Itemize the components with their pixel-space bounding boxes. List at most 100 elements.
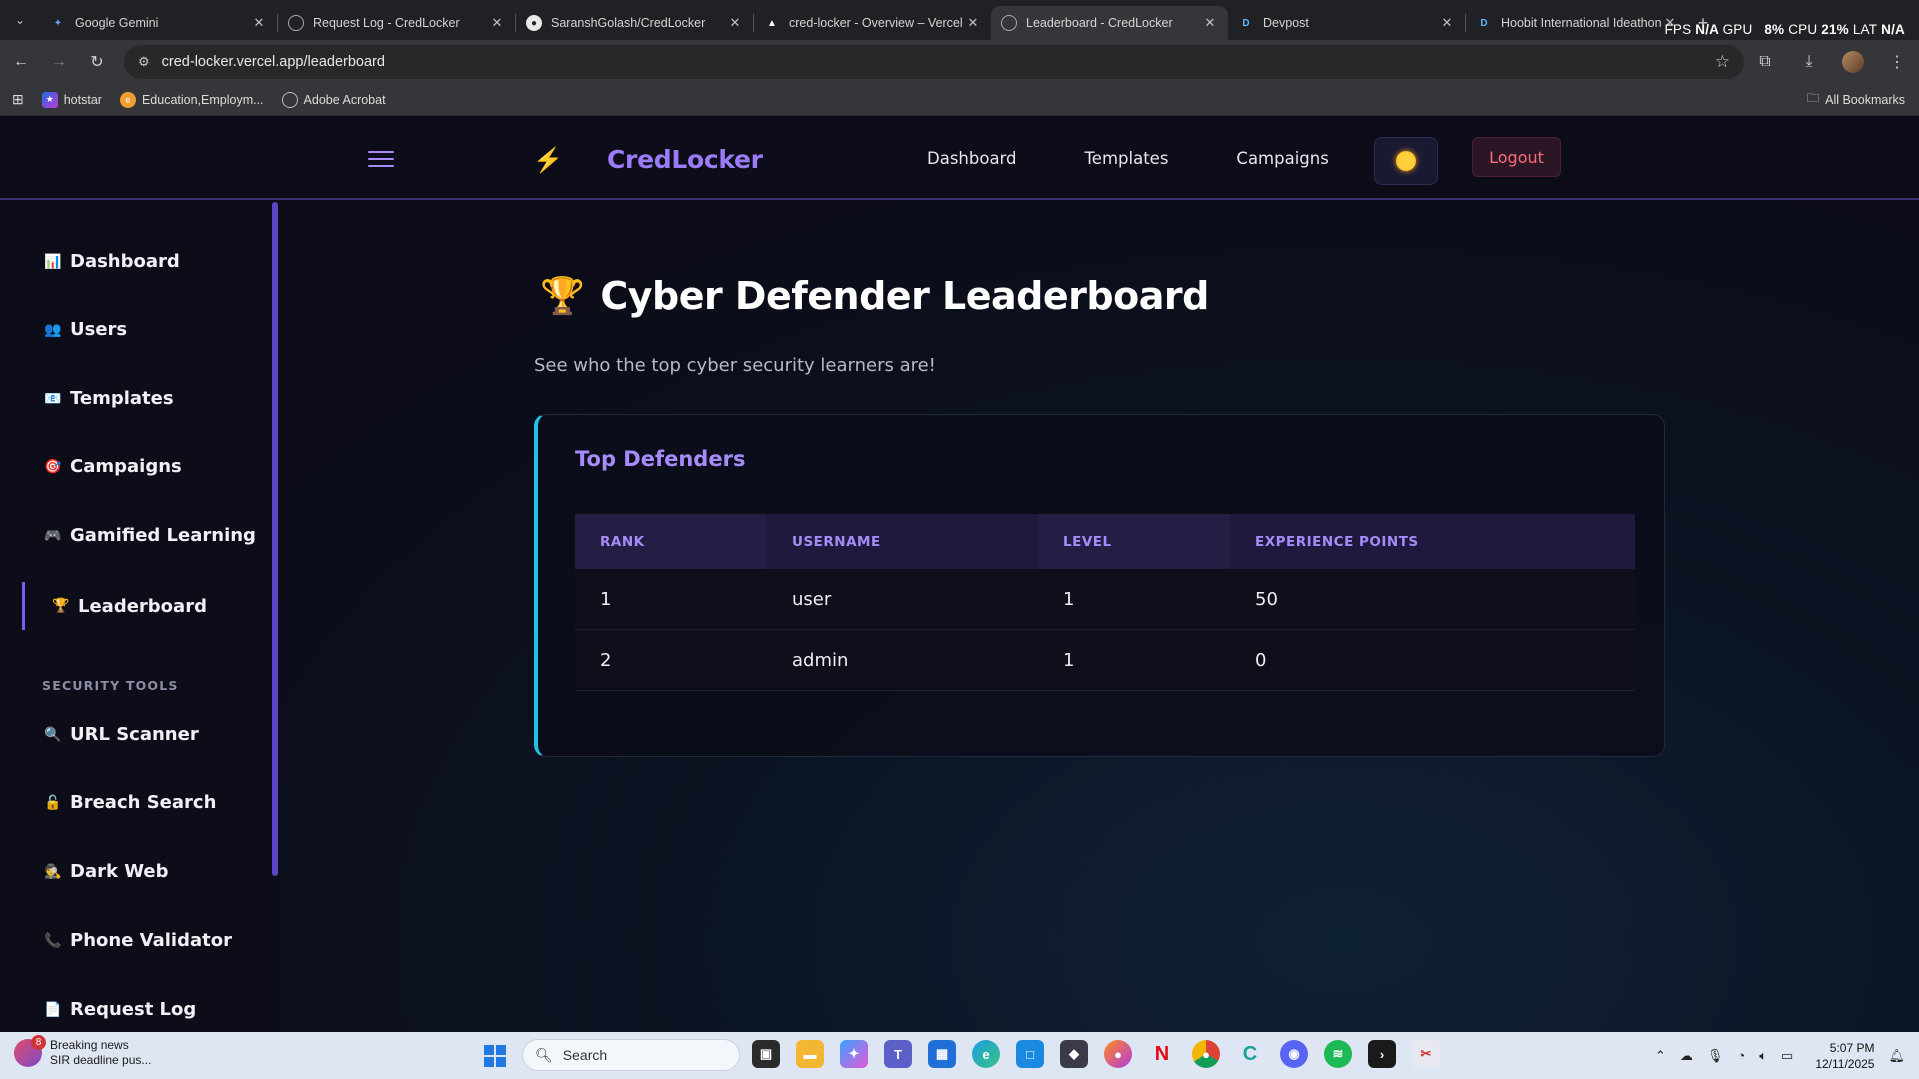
task-view-icon[interactable]: ▣ (752, 1040, 780, 1068)
bookmark-hotstar[interactable]: ★ hotstar (41, 91, 102, 108)
edge-icon[interactable]: e (972, 1040, 1000, 1068)
logout-button[interactable]: Logout (1472, 137, 1561, 177)
cell-username: admin (792, 650, 849, 671)
topnav-templates[interactable]: Templates (1085, 149, 1169, 168)
extensions-icon[interactable]: ⧉ (1743, 40, 1787, 84)
bookmark-label: Adobe Acrobat (303, 92, 386, 107)
sidebar-item-label: Users (70, 319, 128, 340)
site-settings-icon[interactable]: ⚙ (138, 54, 150, 70)
sidebar-item-label: Breach Search (70, 792, 217, 813)
bookmarks-bar: ⊞ ★ hotstar e Education,Employm... Adobe… (0, 84, 1919, 116)
file-explorer-icon[interactable]: ▬ (796, 1040, 824, 1068)
theme-toggle-button[interactable] (1374, 137, 1438, 185)
bookmark-star-icon[interactable]: ☆ (1715, 52, 1730, 72)
page-title: 🏆 Cyber Defender Leaderboard (540, 274, 1209, 318)
snipping-tool-icon[interactable]: ✂ (1412, 1040, 1440, 1068)
download-icon[interactable]: ⤓ (1787, 40, 1831, 84)
tab-devpost[interactable]: D Devpost ✕ (1228, 6, 1465, 40)
tab-search-button[interactable]: ⌄ (0, 0, 40, 40)
close-icon[interactable]: ✕ (1439, 15, 1455, 31)
sidebar-item-users[interactable]: 👥 Users (44, 319, 127, 340)
store-icon[interactable]: ▦ (928, 1040, 956, 1068)
chrome-icon[interactable]: ● (1192, 1040, 1220, 1068)
app-blue-square-icon[interactable]: □ (1016, 1040, 1044, 1068)
netflix-icon[interactable]: N (1148, 1040, 1176, 1068)
app-viewport: ⚡ CredLocker Dashboard Templates Campaig… (0, 116, 1919, 1032)
url-text[interactable]: cred-locker.vercel.app/leaderboard (162, 54, 385, 70)
sidebar-item-campaigns[interactable]: 🎯 Campaigns (44, 456, 181, 477)
close-icon[interactable]: ✕ (1202, 15, 1218, 31)
all-bookmarks[interactable]: 🗀 All Bookmarks (1807, 89, 1905, 110)
chevron-up-icon[interactable]: ⌃ (1655, 1048, 1666, 1064)
clock[interactable]: 5:07 PM 12/11/2025 (1815, 1040, 1874, 1072)
firefox-icon[interactable]: ● (1104, 1040, 1132, 1068)
tab-github[interactable]: ● SaranshGolash/CredLocker ✕ (516, 6, 753, 40)
sun-icon (1396, 151, 1416, 171)
sidebar-section-security-tools: SECURITY TOOLS (42, 678, 179, 693)
tab-hoobit[interactable]: D Hoobit International Ideathon: ✕ (1466, 6, 1688, 40)
tab-leaderboard[interactable]: Leaderboard - CredLocker ✕ (991, 6, 1228, 40)
sidebar-item-leaderboard[interactable]: 🏆 Leaderboard (22, 582, 207, 630)
brand-logo[interactable]: CredLocker (607, 145, 763, 174)
topnav-dashboard[interactable]: Dashboard (927, 149, 1017, 168)
cell-level: 1 (1063, 589, 1075, 610)
close-icon[interactable]: ✕ (965, 15, 981, 31)
sidebar-item-request-log[interactable]: 📄 Request Log (44, 999, 196, 1020)
teams-icon[interactable]: T (884, 1040, 912, 1068)
discord-icon[interactable]: ◉ (1280, 1040, 1308, 1068)
close-icon[interactable]: ✕ (727, 15, 743, 31)
tab-request-log[interactable]: Request Log - CredLocker ✕ (278, 6, 515, 40)
page-title-text: Cyber Defender Leaderboard (600, 274, 1209, 318)
profile-avatar[interactable] (1831, 40, 1875, 84)
close-icon[interactable]: ✕ (489, 15, 505, 31)
bookmark-acrobat[interactable]: Adobe Acrobat (281, 91, 386, 108)
copilot-icon[interactable]: ✦ (840, 1040, 868, 1068)
volume-icon[interactable]: 🔈︎ (1759, 1048, 1767, 1064)
app-cube-icon[interactable]: ◆ (1060, 1040, 1088, 1068)
performance-overlay: FPS N/A GPU 8% CPU 21% LAT N/A (1664, 22, 1905, 37)
github-icon: ● (526, 15, 542, 31)
topnav-campaigns[interactable]: Campaigns (1236, 149, 1328, 168)
close-icon[interactable]: ✕ (251, 15, 267, 31)
forward-icon[interactable]: → (42, 45, 76, 79)
leaderboard-card: Top Defenders RANK USERNAME LEVEL EXPERI… (534, 414, 1665, 757)
sidebar-scrollbar[interactable] (272, 202, 278, 876)
tab-title: Hoobit International Ideathon: (1501, 16, 1662, 30)
sidebar: 📊 Dashboard 👥 Users 📧 Templates 🎯 Campai… (0, 202, 280, 1032)
bookmark-label: Education,Employm... (141, 92, 264, 107)
terminal-icon[interactable]: › (1368, 1040, 1396, 1068)
notification-badge: 8 (31, 1035, 46, 1050)
app-teal-icon[interactable]: C (1236, 1040, 1264, 1068)
reload-icon[interactable]: ↻ (80, 45, 114, 79)
sidebar-item-url-scanner[interactable]: 🔍 URL Scanner (44, 724, 198, 745)
sidebar-item-label: Leaderboard (78, 595, 207, 617)
sidebar-item-templates[interactable]: 📧 Templates (44, 388, 173, 409)
hamburger-menu-icon[interactable] (368, 151, 394, 167)
notifications-icon[interactable]: 🔔︎ (1888, 1048, 1905, 1064)
sidebar-item-breach-search[interactable]: 🔓 Breach Search (44, 792, 216, 813)
education-icon: e (119, 91, 136, 108)
sidebar-item-phone-validator[interactable]: 📞 Phone Validator (44, 930, 232, 951)
windows-start-icon[interactable] (484, 1045, 506, 1067)
news-widget[interactable]: 8 Breaking news SIR deadline pus... (14, 1035, 151, 1068)
wifi-icon[interactable]: ◔ (1737, 1048, 1745, 1063)
tab-title: cred-locker - Overview – Vercel (789, 16, 963, 30)
apps-grid-icon[interactable]: ⊞ (12, 91, 24, 108)
sidebar-item-dashboard[interactable]: 📊 Dashboard (44, 251, 180, 272)
sidebar-item-dark-web[interactable]: 🕵 Dark Web (44, 861, 168, 882)
taskbar-search[interactable]: 🔍︎ Search (522, 1039, 740, 1071)
onedrive-icon[interactable]: ☁ (1680, 1048, 1693, 1064)
omnibox[interactable]: ⚙ cred-locker.vercel.app/leaderboard ☆ (124, 45, 1744, 79)
tab-google-gemini[interactable]: ✦ Google Gemini ✕ (40, 6, 277, 40)
battery-icon[interactable]: ▭ (1781, 1048, 1793, 1064)
search-placeholder: Search (562, 1047, 608, 1063)
more-menu-icon[interactable]: ⋮ (1875, 40, 1919, 84)
cell-level: 1 (1063, 650, 1075, 671)
microphone-icon[interactable]: 🎙︎ (1707, 1048, 1724, 1064)
tab-vercel[interactable]: ▲ cred-locker - Overview – Vercel ✕ (754, 6, 991, 40)
column-header-username: USERNAME (767, 514, 1038, 569)
spotify-icon[interactable]: ≋ (1324, 1040, 1352, 1068)
back-icon[interactable]: ← (4, 45, 38, 79)
bookmark-education[interactable]: e Education,Employm... (119, 91, 264, 108)
sidebar-item-gamified-learning[interactable]: 🎮 Gamified Learning (44, 525, 256, 546)
